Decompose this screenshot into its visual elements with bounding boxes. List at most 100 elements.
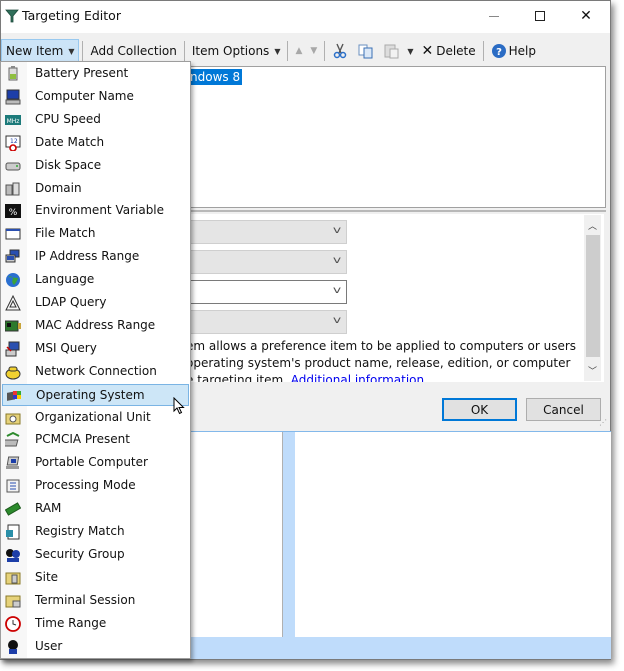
toolbar-separator <box>287 41 289 61</box>
menu-item-operating-system[interactable]: Operating System <box>2 383 189 406</box>
new-item-button[interactable]: New Item ▼ <box>1 39 80 63</box>
move-down-button[interactable]: ▼ <box>306 39 321 63</box>
menu-item-portable-computer[interactable]: Portable Computer <box>2 452 189 474</box>
pane-splitter[interactable] <box>186 210 606 212</box>
menu-item-user[interactable]: User <box>2 636 189 658</box>
close-button[interactable]: ✕ <box>563 1 609 31</box>
help-button[interactable]: ? Help <box>487 39 540 63</box>
menu-item-label: Computer Name <box>35 88 134 103</box>
mhz-icon: MHz <box>5 114 21 125</box>
scroll-down-icon[interactable]: ﹀ <box>584 362 601 379</box>
ok-button[interactable]: OK <box>442 398 517 421</box>
menu-item-label: LDAP Query <box>35 295 107 309</box>
menu-item-label: Disk Space <box>35 157 102 172</box>
background-left-pane <box>186 432 283 637</box>
menu-item-label: IP Address Range <box>35 249 140 264</box>
percent-icon: % <box>5 204 21 219</box>
menu-item-domain[interactable]: Domain <box>2 178 189 200</box>
menu-item-mac-address-range[interactable]: MAC Address Range <box>2 315 189 337</box>
menu-item-network-connection[interactable]: Network Connection <box>2 361 189 383</box>
menu-item-computer-name[interactable]: Computer Name <box>2 86 189 108</box>
properties-scrollbar[interactable]: ︿ ﹀ <box>584 215 601 381</box>
title-bar: Targeting Editor ✕ <box>1 1 610 33</box>
arrow-down-icon: ▼ <box>310 46 318 56</box>
menu-item-cpu-speed[interactable]: MHz CPU Speed <box>2 109 189 131</box>
toolbar-separator <box>324 41 326 61</box>
svg-text:MHz: MHz <box>7 118 20 125</box>
minimize-icon <box>489 15 499 17</box>
menu-item-label: Processing Mode <box>35 478 136 493</box>
svg-text:%: % <box>9 208 18 218</box>
tree-item-selected[interactable]: ndows 8 <box>188 69 243 85</box>
resize-grip-icon[interactable]: ⋰ <box>599 419 609 429</box>
menu-item-label: Organizational Unit <box>35 409 151 424</box>
calendar-icon: 12 <box>5 135 21 151</box>
delete-button[interactable]: ✕ Delete <box>417 39 479 63</box>
new-item-menu: Battery Present Computer Name MHz CPU Speed… <box>0 61 191 659</box>
copy-button[interactable] <box>354 39 380 63</box>
help-label: Help <box>508 44 536 58</box>
cancel-label: Cancel <box>543 402 584 417</box>
cancel-button[interactable]: Cancel <box>526 398 601 421</box>
menu-item-battery-present[interactable]: Battery Present <box>2 63 189 85</box>
menu-item-pcmcia-present[interactable]: PCMCIA Present <box>2 429 189 451</box>
property-combo-3[interactable]: v <box>186 280 347 304</box>
menu-item-terminal-session[interactable]: Terminal Session <box>2 590 189 612</box>
menu-item-label: Battery Present <box>35 66 129 80</box>
description-line: em allows a preference item to be applie… <box>186 339 576 353</box>
menu-item-file-match[interactable]: File Match <box>2 223 189 245</box>
computer-icon <box>5 89 21 105</box>
property-combo-1[interactable]: v <box>186 220 347 244</box>
cut-button[interactable] <box>328 39 354 63</box>
property-combo-2[interactable]: v <box>186 250 347 274</box>
scroll-up-icon[interactable]: ︿ <box>584 217 601 234</box>
menu-item-time-range[interactable]: Time Range <box>2 613 189 635</box>
disk-icon <box>5 162 21 171</box>
paste-button[interactable]: ▼ <box>380 39 417 63</box>
filter-icon <box>5 9 19 23</box>
terminal-folder-icon <box>5 595 21 608</box>
network-computers-icon <box>5 249 20 263</box>
minimize-button[interactable] <box>471 1 517 31</box>
menu-item-environment-variable[interactable]: % Environment Variable <box>2 200 189 222</box>
user-icon <box>8 639 18 654</box>
menu-item-processing-mode[interactable]: Processing Mode <box>2 475 189 497</box>
add-collection-button[interactable]: Add Collection <box>86 39 180 63</box>
help-icon: ? <box>491 44 506 58</box>
scroll-icon <box>6 479 20 493</box>
menu-item-language[interactable]: Language <box>2 269 189 291</box>
menu-item-ip-address-range[interactable]: IP Address Range <box>2 246 189 268</box>
menu-item-msi-query[interactable]: MSI Query <box>2 338 189 360</box>
scroll-thumb[interactable] <box>586 235 600 357</box>
menu-item-ram[interactable]: RAM <box>2 498 189 520</box>
chevron-down-icon: ▼ <box>68 46 75 56</box>
menu-item-date-match[interactable]: 12 Date Match <box>2 132 189 154</box>
globe-icon <box>6 273 20 288</box>
menu-item-registry-match[interactable]: Registry Match <box>2 521 189 543</box>
paste-icon <box>384 44 399 59</box>
menu-item-disk-space[interactable]: Disk Space <box>2 155 189 177</box>
menu-item-security-group[interactable]: Security Group <box>2 544 189 566</box>
windows-icon <box>7 390 21 401</box>
additional-info-link[interactable]: Additional information <box>291 373 424 382</box>
description-text: e targeting item. <box>186 373 291 382</box>
menu-item-label: CPU Speed <box>35 111 101 126</box>
menu-item-ldap-query[interactable]: LDAP Query <box>2 292 189 314</box>
menu-item-label: Network Connection <box>35 363 157 378</box>
item-options-button[interactable]: Item Options ▼ <box>188 39 285 63</box>
clock-icon <box>5 615 21 632</box>
ok-label: OK <box>470 402 489 417</box>
close-icon: ✕ <box>580 8 592 24</box>
move-up-button[interactable]: ▲ <box>291 39 306 63</box>
menu-item-label: Site <box>35 569 59 584</box>
targeting-tree[interactable]: ndows 8 <box>186 66 606 208</box>
menu-item-site[interactable]: Site <box>2 567 189 589</box>
menu-item-label: Environment Variable <box>35 203 165 218</box>
maximize-button[interactable] <box>517 1 563 31</box>
property-combo-4[interactable]: v <box>186 310 347 334</box>
menu-item-label: Terminal Session <box>35 592 136 607</box>
description-line: e targeting item. Additional information <box>186 372 576 382</box>
item-options-label: Item Options <box>191 44 270 58</box>
toolbar-separator <box>183 41 185 61</box>
menu-item-organizational-unit[interactable]: Organizational Unit <box>2 407 189 429</box>
